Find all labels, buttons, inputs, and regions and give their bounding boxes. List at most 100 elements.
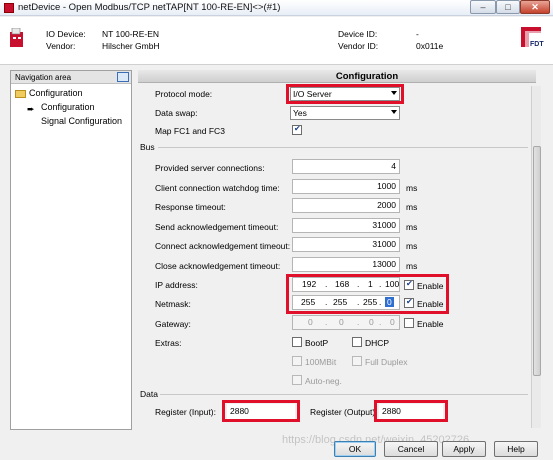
device-id-value: -: [416, 29, 419, 39]
connect-ack-timeout-input[interactable]: 31000: [292, 237, 400, 252]
ip-octet: 0: [390, 317, 395, 327]
navigation-title: Navigation area: [15, 73, 72, 82]
ip-octet: 255: [333, 297, 348, 307]
map-fc-checkbox[interactable]: [292, 124, 302, 135]
response-timeout-input[interactable]: 2000: [292, 198, 400, 213]
unit-label: ms: [406, 183, 418, 193]
unit-label: ms: [406, 202, 418, 212]
100mbit-checkbox[interactable]: [292, 356, 302, 366]
close-button[interactable]: ✕: [520, 0, 550, 14]
data-swap-value: Yes: [293, 108, 307, 118]
watchdog-time-input[interactable]: 1000: [292, 179, 400, 194]
navigation-toggle-button[interactable]: [117, 72, 129, 82]
io-device-label: IO Device:: [46, 29, 86, 39]
register-input-label: Register (Input):: [155, 407, 216, 417]
nav-root-configuration[interactable]: Configuration: [29, 88, 83, 98]
full-duplex-label: Full Duplex: [365, 357, 408, 367]
scrollbar-thumb[interactable]: [533, 146, 541, 376]
auto-neg-label: Auto-neg.: [305, 376, 342, 386]
window-title: netDevice - Open Modbus/TCP netTAP[NT 10…: [18, 2, 281, 13]
ok-button[interactable]: OK: [334, 441, 376, 457]
io-device-value: NT 100-RE-EN: [102, 29, 159, 39]
100mbit-label: 100MBit: [305, 357, 337, 367]
gateway-enable-label: Enable: [417, 319, 444, 329]
protocol-mode-value: I/O Server: [293, 89, 332, 99]
app-icon: [4, 3, 14, 13]
ip-address-label: IP address:: [155, 280, 198, 290]
register-input-field[interactable]: 2880: [227, 404, 295, 419]
data-swap-select[interactable]: Yes: [290, 106, 400, 120]
bootp-label: BootP: [305, 338, 329, 348]
vertical-scrollbar[interactable]: [531, 86, 541, 428]
section-divider: [160, 394, 528, 395]
configuration-panel: Configuration Protocol mode: I/O Server …: [138, 70, 536, 428]
dhcp-label: DHCP: [365, 338, 390, 348]
register-output-field[interactable]: 2880: [379, 404, 443, 419]
field-label: Provided server connections:: [155, 163, 265, 173]
maximize-button[interactable]: □: [496, 0, 520, 14]
server-connections-input[interactable]: 4: [292, 159, 400, 174]
ip-octet: 100: [385, 279, 400, 289]
chevron-down-icon: [391, 91, 397, 95]
data-swap-label: Data swap:: [155, 108, 198, 118]
netmask-label: Netmask:: [155, 299, 191, 309]
fdt-logo-text: FDT: [530, 41, 544, 48]
nav-item-signal-configuration[interactable]: Signal Configuration: [41, 116, 122, 126]
bus-section-label: Bus: [140, 142, 155, 152]
ip-enable-label: Enable: [417, 281, 444, 291]
gateway-enable-checkbox[interactable]: [404, 318, 414, 328]
ip-octet: 192: [302, 279, 317, 289]
protocol-mode-select[interactable]: I/O Server: [290, 87, 400, 101]
auto-neg-checkbox[interactable]: [292, 375, 302, 385]
netmask-enable-checkbox[interactable]: [404, 297, 414, 308]
vendor-id-value: 0x011e: [416, 41, 444, 51]
gateway-input[interactable]: 0 . 0 . 0 . 0: [292, 315, 400, 330]
cancel-button[interactable]: Cancel: [384, 441, 438, 457]
close-ack-timeout-input[interactable]: 13000: [292, 257, 400, 272]
map-fc-label: Map FC1 and FC3: [155, 126, 225, 136]
field-label: Connect acknowledgement timeout:: [155, 241, 291, 251]
unit-label: ms: [406, 241, 418, 251]
section-divider: [158, 147, 528, 148]
minimize-button[interactable]: –: [470, 0, 496, 14]
field-label: Client connection watchdog time:: [155, 183, 280, 193]
ip-octet-selected: 0: [385, 297, 394, 307]
ip-octet: 0: [339, 317, 344, 327]
vendor-label: Vendor:: [46, 41, 76, 51]
apply-button[interactable]: Apply: [442, 441, 486, 457]
ip-octet: 0: [369, 317, 374, 327]
device-id-label: Device ID:: [338, 29, 378, 39]
dhcp-checkbox[interactable]: [352, 337, 362, 347]
field-label: Send acknowledgement timeout:: [155, 222, 279, 232]
chevron-down-icon: [391, 110, 397, 114]
gateway-label: Gateway:: [155, 319, 191, 329]
netmask-enable-label: Enable: [417, 299, 444, 309]
help-button[interactable]: Help: [494, 441, 538, 457]
extras-label: Extras:: [155, 338, 182, 348]
arrow-right-icon: ➨: [27, 104, 35, 114]
folder-icon: [15, 90, 26, 98]
send-ack-timeout-input[interactable]: 31000: [292, 218, 400, 233]
register-output-label: Register (Output):: [310, 407, 378, 417]
nav-item-configuration[interactable]: Configuration: [41, 102, 95, 112]
unit-label: ms: [406, 222, 418, 232]
field-label: Response timeout:: [155, 202, 226, 212]
ip-octet: 168: [335, 279, 350, 289]
ip-address-input[interactable]: 192 . 168 . 1 . 100: [292, 277, 400, 292]
ip-enable-checkbox[interactable]: [404, 279, 414, 290]
full-duplex-checkbox[interactable]: [352, 356, 362, 366]
vendor-value: Hilscher GmbH: [102, 41, 160, 51]
navigation-header: Navigation area: [11, 71, 131, 84]
data-section-label: Data: [140, 389, 158, 399]
unit-label: ms: [406, 261, 418, 271]
protocol-mode-label: Protocol mode:: [155, 89, 213, 99]
netmask-input[interactable]: 255 . 255 . 255 . 0: [292, 295, 400, 310]
bootp-checkbox[interactable]: [292, 337, 302, 347]
ip-octet: 0: [308, 317, 313, 327]
ip-octet: 255: [363, 297, 378, 307]
navigation-panel: Navigation area Configuration ➨ Configur…: [10, 70, 132, 430]
device-header: [0, 17, 553, 65]
ip-octet: 1: [368, 279, 373, 289]
vendor-logo-icon: [10, 28, 23, 47]
ip-octet: 255: [301, 297, 316, 307]
